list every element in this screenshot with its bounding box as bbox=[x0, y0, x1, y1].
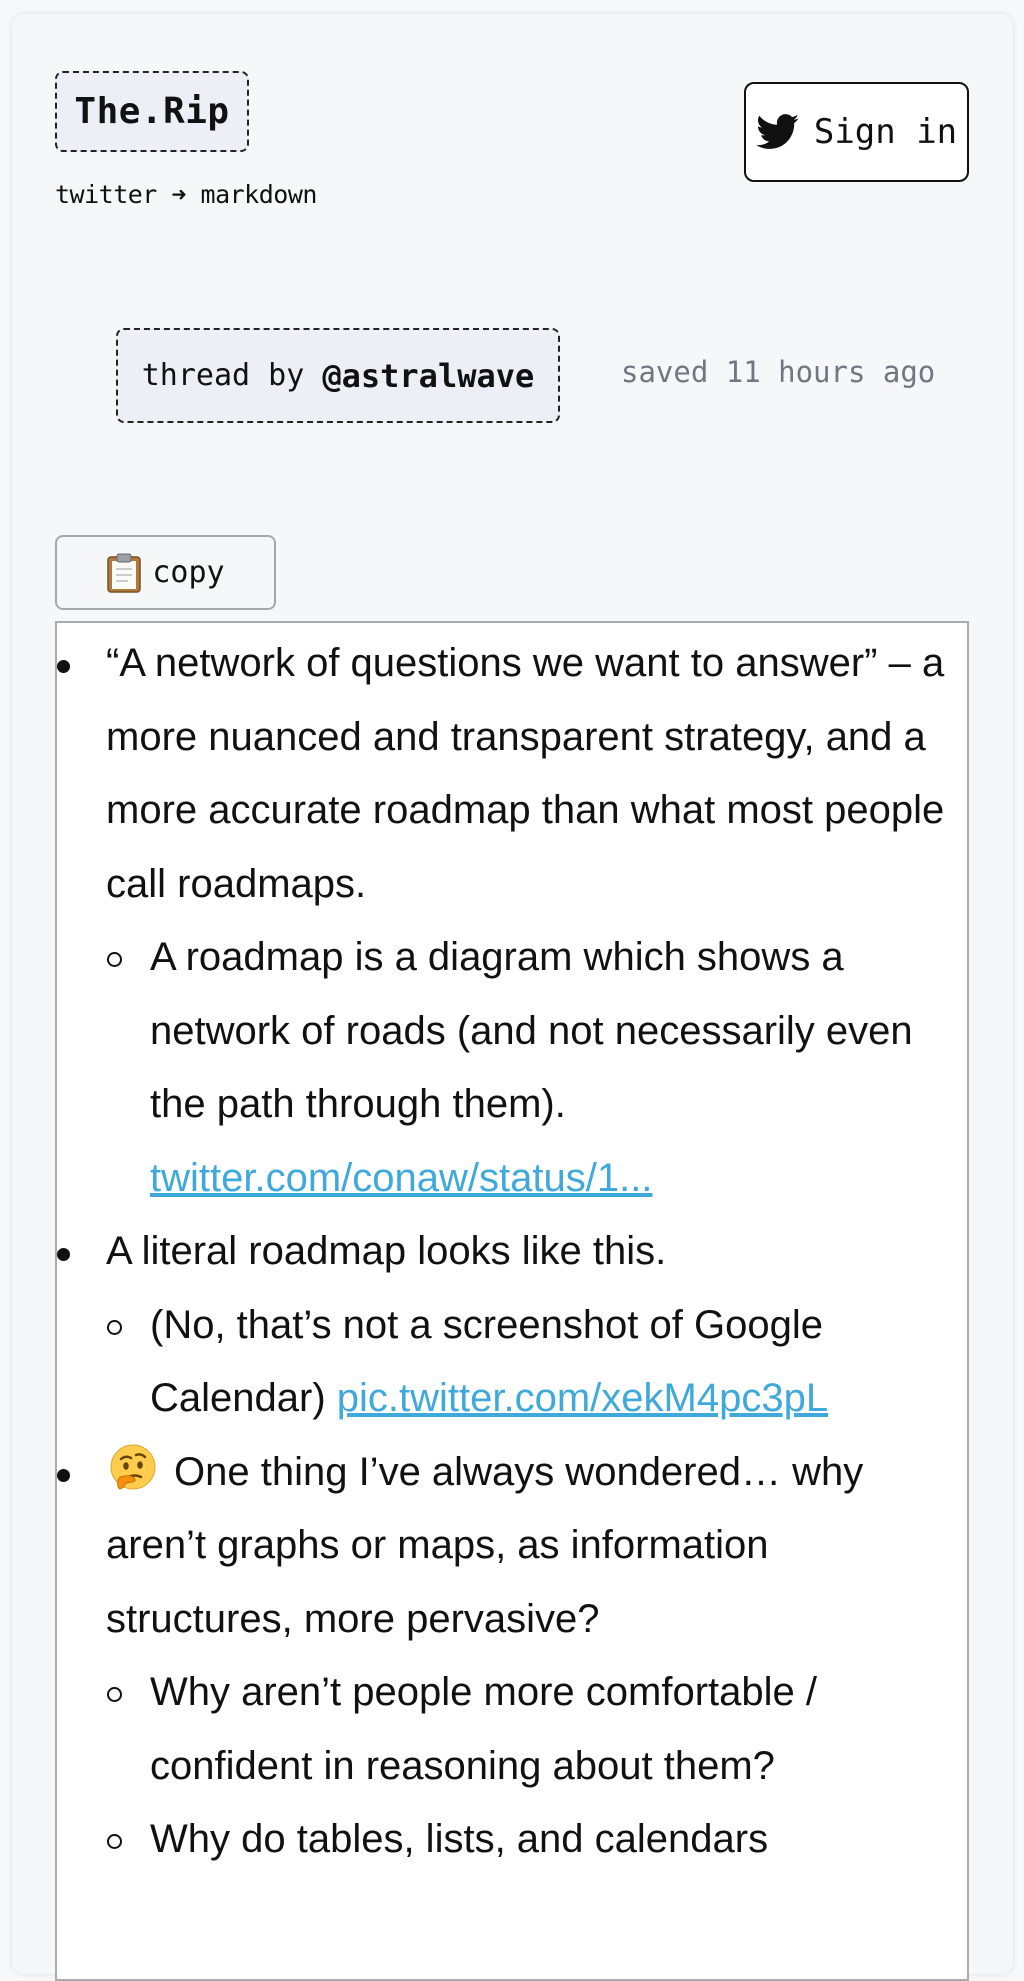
thinking-face-icon bbox=[106, 1442, 160, 1496]
tweet-link[interactable]: twitter.com/conaw/status/1... bbox=[150, 1156, 652, 1200]
sub-list-item-text: Why do tables, lists, and calendars bbox=[150, 1817, 769, 1861]
clipboard-icon bbox=[106, 553, 142, 593]
sub-list: (No, that’s not a screenshot of Google C… bbox=[106, 1289, 947, 1436]
sub-list-item: Why do tables, lists, and calendars bbox=[106, 1803, 947, 1877]
site-logo-text: The.Rip bbox=[74, 91, 230, 132]
thread-author-tag[interactable]: thread by @astralwave bbox=[116, 328, 560, 423]
list-item-text: “A network of questions we want to answe… bbox=[106, 641, 945, 906]
copy-label: copy bbox=[152, 555, 225, 590]
thread-markdown-content: “A network of questions we want to answe… bbox=[55, 621, 969, 1981]
sub-list-item-text: Why aren’t people more comfortable / con… bbox=[150, 1670, 817, 1788]
thread-author-handle: @astralwave bbox=[322, 356, 535, 395]
sub-list: Why aren’t people more comfortable / con… bbox=[106, 1656, 947, 1877]
saved-timestamp: saved 11 hours ago bbox=[621, 355, 936, 389]
image-link[interactable]: pic.twitter.com/xekM4pc3pL bbox=[337, 1376, 828, 1420]
sign-in-label: Sign in bbox=[813, 112, 958, 152]
thread-prefix: thread by bbox=[141, 358, 323, 393]
list-item: “A network of questions we want to answe… bbox=[57, 627, 967, 1215]
sub-list-item: A roadmap is a diagram which shows a net… bbox=[106, 921, 947, 1215]
sub-list-item: (No, that’s not a screenshot of Google C… bbox=[106, 1289, 947, 1436]
site-logo[interactable]: The.Rip bbox=[55, 71, 249, 152]
sign-in-button[interactable]: Sign in bbox=[744, 82, 969, 182]
sub-list: A roadmap is a diagram which shows a net… bbox=[106, 921, 947, 1215]
twitter-bird-icon bbox=[756, 114, 800, 150]
thread-list: “A network of questions we want to answe… bbox=[57, 623, 967, 1877]
list-item: A literal roadmap looks like this. (No, … bbox=[57, 1215, 967, 1436]
sub-list-item: Why aren’t people more comfortable / con… bbox=[106, 1656, 947, 1803]
list-item: One thing I’ve always wondered… why aren… bbox=[57, 1436, 967, 1877]
site-tagline: twitter ➜ markdown bbox=[55, 180, 317, 209]
sub-list-item-text: A roadmap is a diagram which shows a net… bbox=[150, 935, 913, 1126]
list-item-text: One thing I’ve always wondered… why aren… bbox=[106, 1449, 864, 1641]
list-item-text: A literal roadmap looks like this. bbox=[106, 1229, 667, 1273]
copy-button[interactable]: copy bbox=[55, 535, 276, 610]
